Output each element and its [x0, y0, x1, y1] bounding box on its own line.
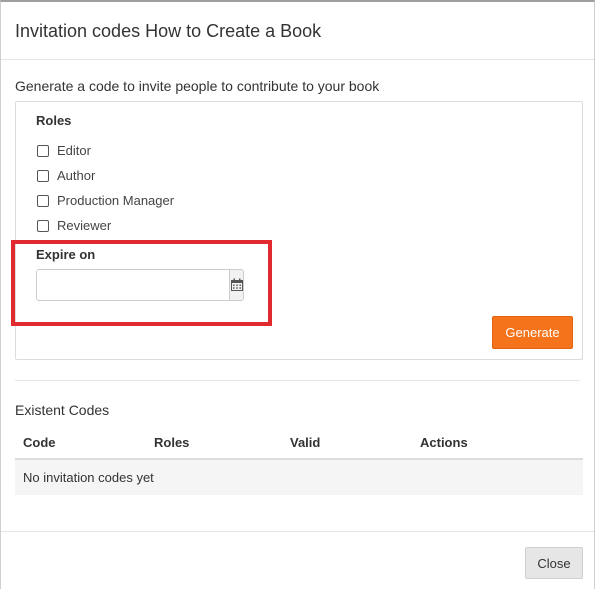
empty-table-message: No invitation codes yet — [23, 470, 154, 485]
expire-on-highlight-box — [11, 240, 272, 326]
editor-checkbox[interactable] — [37, 144, 49, 157]
column-header-actions: Actions — [420, 435, 468, 450]
dialog-title: Invitation codes How to Create a Book — [15, 21, 322, 41]
role-option-label: Editor — [57, 143, 91, 158]
role-option-editor[interactable]: Editor — [37, 143, 91, 158]
generate-button[interactable]: Generate — [492, 316, 573, 349]
generate-intro-text: Generate a code to invite people to cont… — [15, 78, 380, 94]
dialog-header: Invitation codes How to Create a Book — [1, 2, 594, 60]
table-header: Code Roles Valid Actions — [15, 424, 583, 460]
role-option-label: Production Manager — [57, 193, 175, 208]
role-option-label: Author — [57, 168, 96, 183]
author-checkbox[interactable] — [37, 169, 49, 182]
column-header-roles: Roles — [154, 435, 190, 450]
column-header-valid: Valid — [290, 435, 321, 450]
role-option-production-manager[interactable]: Production Manager — [37, 193, 174, 208]
column-header-code: Code — [23, 435, 56, 450]
reviewer-checkbox[interactable] — [37, 219, 49, 232]
production-manager-checkbox[interactable] — [37, 194, 49, 207]
dialog-footer — [1, 531, 594, 532]
role-option-reviewer[interactable]: Reviewer — [37, 218, 111, 233]
role-option-author[interactable]: Author — [37, 168, 95, 183]
roles-label: Roles — [36, 113, 72, 128]
section-divider — [15, 380, 580, 381]
close-button[interactable]: Close — [525, 547, 583, 579]
invitation-codes-table: Code Roles Valid Actions No invitation c… — [15, 424, 583, 495]
existent-codes-label: Existent Codes — [15, 402, 110, 418]
role-option-label: Reviewer — [57, 218, 112, 233]
invitation-codes-dialog: Invitation codes How to Create a Book Ge… — [0, 0, 595, 589]
empty-table-row: No invitation codes yet — [15, 460, 583, 495]
